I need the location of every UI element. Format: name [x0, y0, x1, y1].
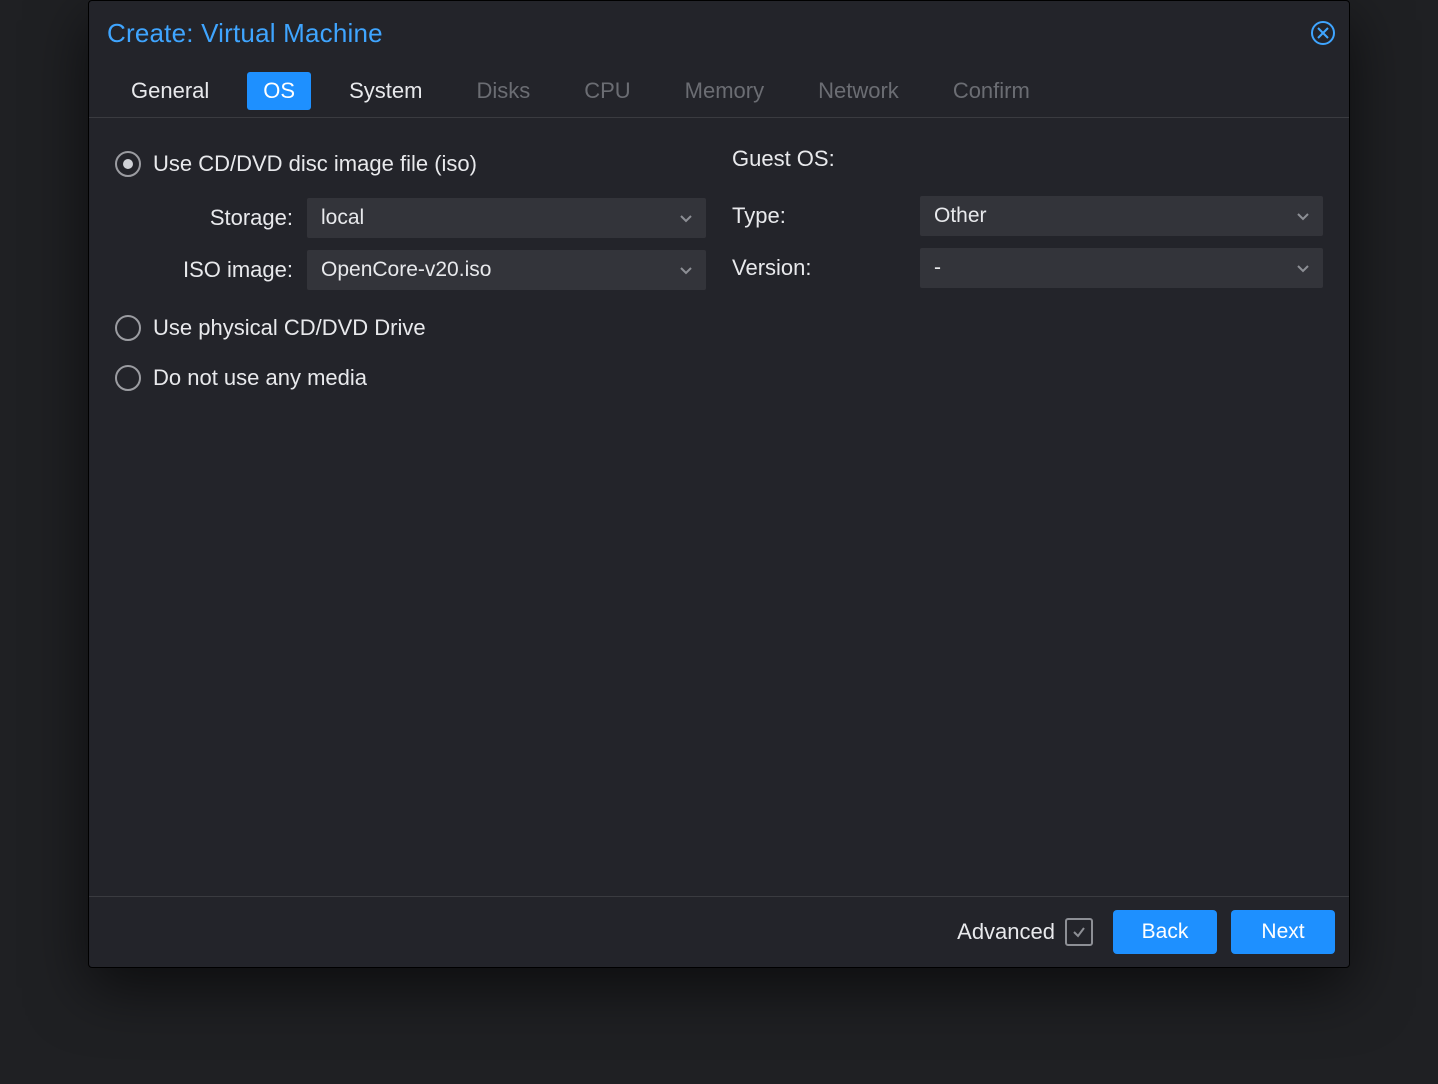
next-button[interactable]: Next [1231, 910, 1335, 954]
create-vm-dialog: Create: Virtual Machine General OS Syste… [88, 0, 1350, 968]
radio-use-iso-label: Use CD/DVD disc image file (iso) [153, 151, 477, 177]
chevron-down-icon [1295, 260, 1311, 276]
version-label: Version: [732, 255, 872, 281]
iso-value: OpenCore-v20.iso [321, 258, 491, 282]
type-row: Type: Other [732, 194, 1323, 238]
type-value: Other [934, 204, 987, 228]
storage-row: Storage: local [115, 196, 706, 240]
radio-physical-row[interactable]: Use physical CD/DVD Drive [115, 310, 706, 346]
tab-cpu: CPU [568, 72, 646, 110]
version-value: - [934, 256, 941, 280]
back-button[interactable]: Back [1113, 910, 1217, 954]
type-label: Type: [732, 203, 872, 229]
wizard-tabs: General OS System Disks CPU Memory Netwo… [89, 65, 1349, 118]
storage-combo[interactable]: local [307, 198, 706, 238]
advanced-label: Advanced [957, 919, 1055, 945]
media-column: Use CD/DVD disc image file (iso) Storage… [115, 146, 706, 896]
radio-use-iso-row[interactable]: Use CD/DVD disc image file (iso) [115, 146, 706, 182]
tab-disks: Disks [460, 72, 546, 110]
chevron-down-icon [1295, 208, 1311, 224]
version-row: Version: - [732, 246, 1323, 290]
tab-memory: Memory [669, 72, 780, 110]
close-icon [1310, 20, 1336, 46]
iso-row: ISO image: OpenCore-v20.iso [115, 248, 706, 292]
dialog-body: Use CD/DVD disc image file (iso) Storage… [89, 118, 1349, 896]
check-icon [1071, 924, 1087, 940]
advanced-toggle[interactable]: Advanced [957, 918, 1093, 946]
chevron-down-icon [678, 262, 694, 278]
radio-physical[interactable] [115, 315, 141, 341]
tab-confirm: Confirm [937, 72, 1046, 110]
radio-nomedia-label: Do not use any media [153, 365, 367, 391]
iso-label: ISO image: [115, 257, 307, 283]
advanced-checkbox[interactable] [1065, 918, 1093, 946]
guest-column: Guest OS: Type: Other Version: - [732, 146, 1323, 896]
tab-system[interactable]: System [333, 72, 438, 110]
tab-network: Network [802, 72, 915, 110]
tab-os[interactable]: OS [247, 72, 311, 110]
radio-nomedia[interactable] [115, 365, 141, 391]
close-button[interactable] [1309, 19, 1337, 47]
guest-os-title: Guest OS: [732, 146, 1323, 172]
dialog-title: Create: Virtual Machine [107, 18, 383, 49]
radio-use-iso[interactable] [115, 151, 141, 177]
storage-value: local [321, 206, 364, 230]
storage-label: Storage: [115, 205, 307, 231]
radio-nomedia-row[interactable]: Do not use any media [115, 360, 706, 396]
chevron-down-icon [678, 210, 694, 226]
version-combo[interactable]: - [920, 248, 1323, 288]
tab-general[interactable]: General [115, 72, 225, 110]
iso-combo[interactable]: OpenCore-v20.iso [307, 250, 706, 290]
type-combo[interactable]: Other [920, 196, 1323, 236]
dialog-header: Create: Virtual Machine [89, 1, 1349, 65]
dialog-footer: Advanced Back Next [89, 896, 1349, 967]
radio-physical-label: Use physical CD/DVD Drive [153, 315, 426, 341]
